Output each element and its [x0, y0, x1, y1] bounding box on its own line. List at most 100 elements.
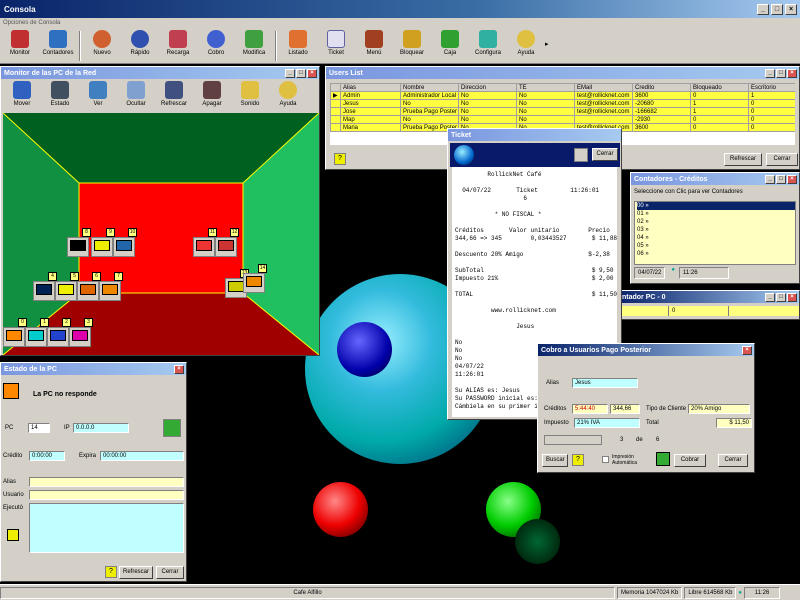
- cobro-creditos-value[interactable]: 344,66: [610, 404, 640, 414]
- recycle-icon[interactable]: [163, 419, 181, 437]
- cobro-help-icon[interactable]: ?: [572, 454, 584, 466]
- monitor-mover-button[interactable]: Mover: [3, 79, 41, 115]
- toolbar-menu-button[interactable]: Menú: [355, 28, 393, 64]
- monitor-apagar-button[interactable]: Apagar: [193, 79, 231, 115]
- monitor-refrescar-button[interactable]: Refrescar: [155, 79, 193, 115]
- contador-pc-minimize-button[interactable]: _: [765, 292, 775, 302]
- toolbar-contadores-button[interactable]: Contadores: [39, 28, 77, 64]
- ejecuto-field[interactable]: [29, 503, 184, 553]
- toolbar-ayuda-button[interactable]: Ayuda: [507, 28, 545, 64]
- pc-station-14[interactable]: 14: [243, 264, 267, 293]
- toolbar-bloquear-button[interactable]: Bloquear: [393, 28, 431, 64]
- toolbar-listado-button[interactable]: Listado: [279, 28, 317, 64]
- pc-station-5[interactable]: 5: [55, 272, 79, 301]
- menu-bar[interactable]: Opciones de Consola: [0, 18, 800, 28]
- buscar-button[interactable]: Buscar: [542, 454, 568, 467]
- list-item[interactable]: 06 »: [637, 250, 795, 258]
- record-navigator[interactable]: [544, 435, 602, 445]
- users-refresh-button[interactable]: Refrescar: [724, 153, 762, 166]
- col-alias[interactable]: Alias: [340, 83, 401, 92]
- pc-number-select[interactable]: 14: [28, 423, 50, 433]
- users-close-btn[interactable]: Cerrar: [766, 153, 798, 166]
- col-te[interactable]: TE: [516, 83, 575, 92]
- col-nombre[interactable]: Nombre: [400, 83, 459, 92]
- calculator-icon[interactable]: [656, 452, 670, 466]
- print-icon[interactable]: [574, 148, 588, 162]
- pc-station-8[interactable]: 8: [67, 228, 91, 257]
- col-bloqueado[interactable]: Bloqueado: [690, 83, 749, 92]
- users-help-icon[interactable]: ?: [334, 153, 346, 165]
- toolbar-recarga-button[interactable]: Recarga: [159, 28, 197, 64]
- table-row[interactable]: Map No No No -2930 0 0: [330, 115, 795, 124]
- toolbar-monitor-button[interactable]: Monitor: [1, 28, 39, 64]
- monitor-sonido-button[interactable]: Sonido: [231, 79, 269, 115]
- table-row[interactable]: Jesus No No No test@rollicknet.com -20680 1 0: [330, 99, 795, 108]
- ticket-close-button[interactable]: Cerrar: [592, 148, 618, 161]
- tipo-cliente-select[interactable]: 20% Amigo: [688, 404, 750, 414]
- list-item[interactable]: 02 »: [637, 218, 795, 226]
- estado-help-icon[interactable]: ?: [105, 566, 117, 578]
- pc-station-10[interactable]: 10: [113, 228, 137, 257]
- cobro-alias-field[interactable]: Jesus: [572, 378, 638, 388]
- col-credito[interactable]: Credito: [632, 83, 691, 92]
- pc-station-7[interactable]: 7: [99, 272, 123, 301]
- monitor-minimize-button[interactable]: _: [285, 68, 295, 78]
- usuario-field[interactable]: [29, 490, 184, 500]
- close-button[interactable]: ×: [785, 3, 797, 15]
- monitor-estado-button[interactable]: Estado: [41, 79, 79, 115]
- toolbar-rapido-button[interactable]: Rápido: [121, 28, 159, 64]
- contadores-close-button[interactable]: ×: [787, 174, 797, 184]
- col-direccion[interactable]: Direccion: [458, 83, 517, 92]
- monitor-ver-button[interactable]: Ver: [79, 79, 117, 115]
- table-row[interactable]: Jose Prueba Pago Poster No No test@rollickne…: [330, 107, 795, 116]
- monitor-maximize-button[interactable]: □: [296, 68, 306, 78]
- estado-close-btn[interactable]: Cerrar: [156, 566, 184, 579]
- list-item[interactable]: 04 »: [637, 234, 795, 242]
- cobrar-button[interactable]: Cobrar: [674, 454, 706, 467]
- col-email[interactable]: EMail: [574, 83, 633, 92]
- pc-station-6[interactable]: 6: [77, 272, 101, 301]
- credito-field[interactable]: 0:00:00: [29, 451, 65, 461]
- toolbar-configura-button[interactable]: Configura: [469, 28, 507, 64]
- ip-field[interactable]: 0.0.0.0: [73, 423, 129, 433]
- col-escritorio[interactable]: Escritorio: [748, 83, 795, 92]
- contadores-list[interactable]: 00 » 01 » 02 » 03 » 04 » 05 » 06 »: [634, 201, 796, 265]
- monitor-close-button[interactable]: ×: [307, 68, 317, 78]
- list-item[interactable]: 05 »: [637, 242, 795, 250]
- pc-station-9[interactable]: 9: [91, 228, 115, 257]
- cerrar-button[interactable]: Cerrar: [718, 454, 748, 467]
- calculator-icon[interactable]: [7, 529, 19, 541]
- users-close-button[interactable]: ×: [787, 68, 797, 78]
- menu-item-options[interactable]: Opciones de Consola: [3, 20, 60, 26]
- users-maximize-button[interactable]: □: [776, 68, 786, 78]
- pc-station-1[interactable]: 1: [25, 318, 49, 347]
- monitor-ocultar-button[interactable]: Ocultar: [117, 79, 155, 115]
- minimize-button[interactable]: _: [757, 3, 769, 15]
- toolbar-modifica-button[interactable]: Modifica: [235, 28, 273, 64]
- list-item[interactable]: 03 »: [637, 226, 795, 234]
- contadores-minimize-button[interactable]: _: [765, 174, 775, 184]
- contador-pc-close-button[interactable]: ×: [787, 292, 797, 302]
- contadores-maximize-button[interactable]: □: [776, 174, 786, 184]
- pc-station-4[interactable]: 4: [33, 272, 57, 301]
- alias-field[interactable]: [29, 477, 184, 487]
- pc-station-2[interactable]: 2: [47, 318, 71, 347]
- impuesto-select[interactable]: 21% IVA: [574, 418, 640, 428]
- list-item[interactable]: 01 »: [637, 210, 795, 218]
- toolbar-nuevo-button[interactable]: Nuevo: [83, 28, 121, 64]
- estado-refresh-button[interactable]: Refrescar: [119, 566, 153, 579]
- monitor-ayuda-button[interactable]: Ayuda: [269, 79, 307, 115]
- pc-station-0[interactable]: 0: [3, 318, 27, 347]
- cobro-creditos-time[interactable]: 5:44:40: [572, 404, 608, 414]
- pc-station-3[interactable]: 3: [69, 318, 93, 347]
- users-minimize-button[interactable]: _: [765, 68, 775, 78]
- list-item[interactable]: 00 »: [637, 202, 795, 210]
- impresion-checkbox[interactable]: [602, 456, 609, 463]
- cobro-close-button[interactable]: ×: [742, 345, 752, 355]
- pc-station-11[interactable]: 11: [193, 228, 217, 257]
- estado-close-button[interactable]: ×: [174, 364, 184, 374]
- expira-field[interactable]: 00:00:00: [100, 451, 184, 461]
- contador-pc-maximize-button[interactable]: □: [776, 292, 786, 302]
- maximize-button[interactable]: □: [771, 3, 783, 15]
- table-row[interactable]: ▶ Admin Administrador Local No No test@rollic…: [330, 91, 795, 100]
